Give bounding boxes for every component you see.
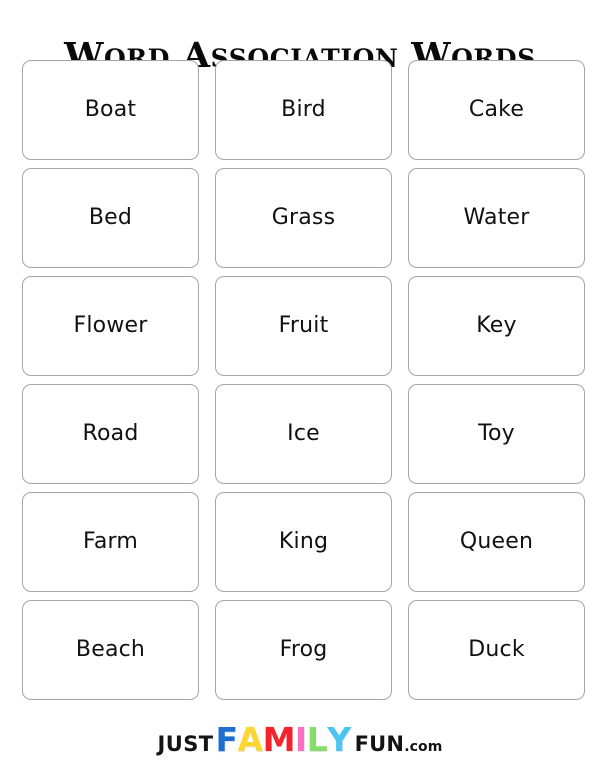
word-card-label: King xyxy=(278,529,329,554)
logo-letter-f: F xyxy=(215,719,238,759)
word-card[interactable]: Flower xyxy=(22,276,199,376)
word-card-label: Flower xyxy=(73,313,148,338)
word-card[interactable]: Frog xyxy=(215,600,392,700)
word-card-label: Road xyxy=(82,421,139,446)
logo-letter-y: Y xyxy=(327,719,351,759)
word-card[interactable]: Bird xyxy=(215,60,392,160)
word-card[interactable]: Toy xyxy=(408,384,585,484)
word-card[interactable]: Grass xyxy=(215,168,392,268)
word-card[interactable]: Farm xyxy=(22,492,199,592)
worksheet-page: Word Association Words Boat Bird Cake Bed Gr… xyxy=(0,0,600,776)
logo-letter-a: A xyxy=(237,719,264,759)
word-card-label: Beach xyxy=(75,637,146,662)
word-card-label: Grass xyxy=(271,205,336,230)
word-card[interactable]: Beach xyxy=(22,600,199,700)
word-card-label: Cake xyxy=(468,97,525,122)
word-card[interactable]: Water xyxy=(408,168,585,268)
word-card[interactable]: Ice xyxy=(215,384,392,484)
word-card[interactable]: Road xyxy=(22,384,199,484)
logo-tld: .com xyxy=(404,738,443,755)
word-card-label: Fruit xyxy=(278,313,329,338)
word-card[interactable]: Fruit xyxy=(215,276,392,376)
logo-suffix-fun: FUN xyxy=(354,731,405,756)
footer: JUST FAMILY FUN .com xyxy=(0,716,600,762)
word-card[interactable]: Bed xyxy=(22,168,199,268)
word-card[interactable]: King xyxy=(215,492,392,592)
word-card-label: Water xyxy=(463,205,530,230)
word-card-label: Toy xyxy=(478,421,515,446)
word-card-label: Duck xyxy=(468,637,525,662)
site-logo[interactable]: JUST FAMILY FUN .com xyxy=(158,723,443,756)
word-card-label: Boat xyxy=(84,97,137,122)
word-card[interactable]: Queen xyxy=(408,492,585,592)
word-card[interactable]: Boat xyxy=(22,60,199,160)
logo-letter-m: M xyxy=(262,719,296,759)
word-card-grid: Boat Bird Cake Bed Grass Water Flower Fruit Key R… xyxy=(22,60,586,700)
logo-word-family: FAMILY xyxy=(215,719,351,759)
logo-letter-i: I xyxy=(294,719,307,759)
word-card-label: Bird xyxy=(281,97,326,122)
word-card-label: Queen xyxy=(459,529,534,554)
word-card-label: Frog xyxy=(279,637,328,662)
word-card-label: Key xyxy=(476,313,517,338)
logo-letter-l: L xyxy=(306,719,328,759)
word-card[interactable]: Cake xyxy=(408,60,585,160)
word-card[interactable]: Duck xyxy=(408,600,585,700)
word-card[interactable]: Key xyxy=(408,276,585,376)
word-card-label: Ice xyxy=(287,421,320,446)
logo-prefix-just: JUST xyxy=(157,731,214,756)
word-card-label: Farm xyxy=(82,529,138,554)
word-card-label: Bed xyxy=(88,205,133,230)
